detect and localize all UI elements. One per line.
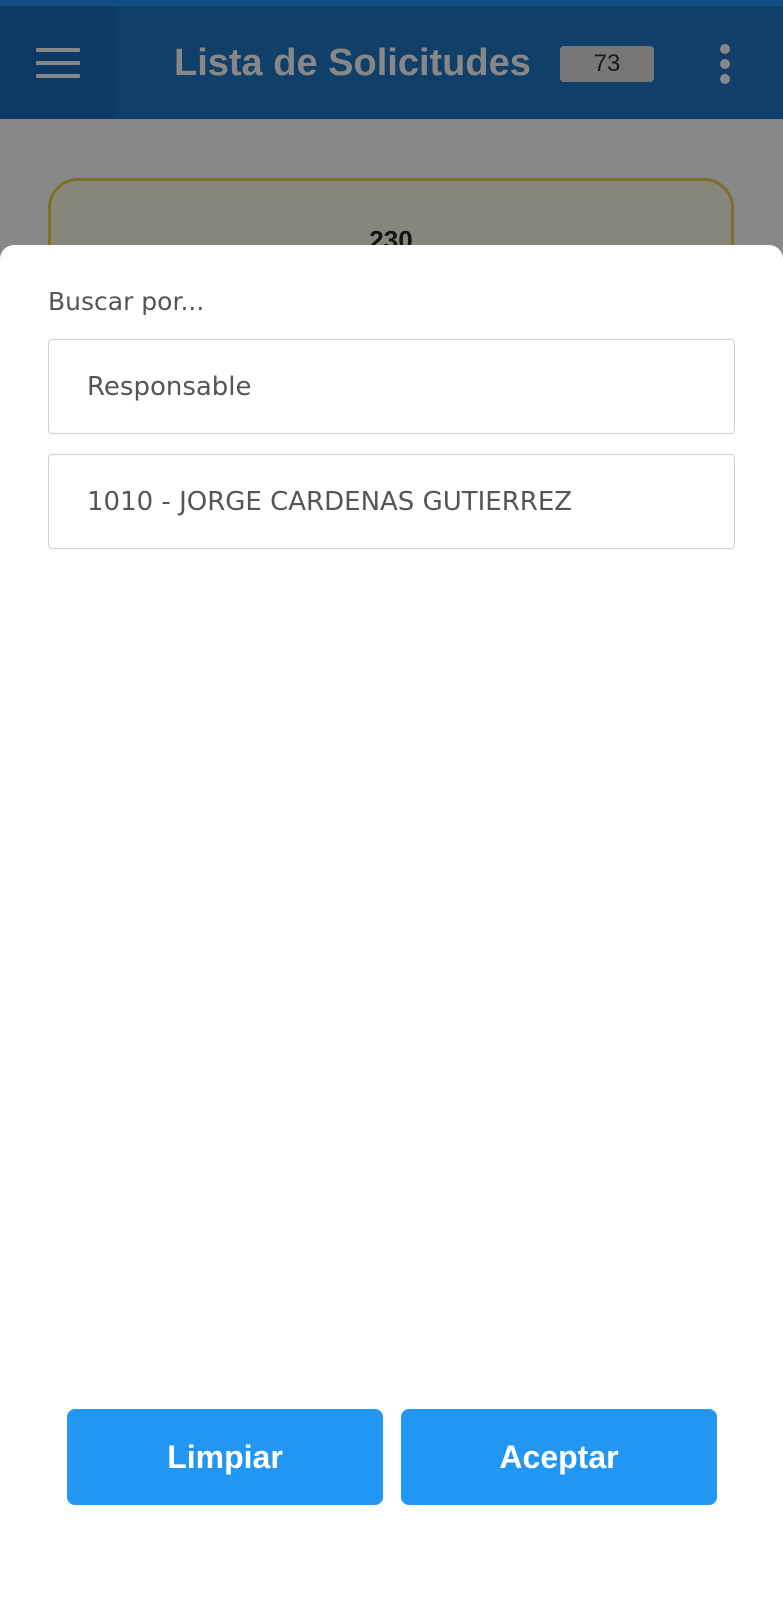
search-by-label: Buscar por... (48, 287, 205, 316)
sheet-actions: Limpiar Aceptar (0, 1409, 783, 1505)
screen: Lista de Solicitudes 73 230 Buscar por..… (0, 0, 783, 1600)
filter-sheet: Buscar por... Responsable 1010 - JORGE C… (0, 245, 783, 1600)
search-value-select[interactable]: 1010 - JORGE CARDENAS GUTIERREZ (48, 454, 735, 549)
search-type-select[interactable]: Responsable (48, 339, 735, 434)
accept-button[interactable]: Aceptar (401, 1409, 717, 1505)
clear-button[interactable]: Limpiar (67, 1409, 383, 1505)
